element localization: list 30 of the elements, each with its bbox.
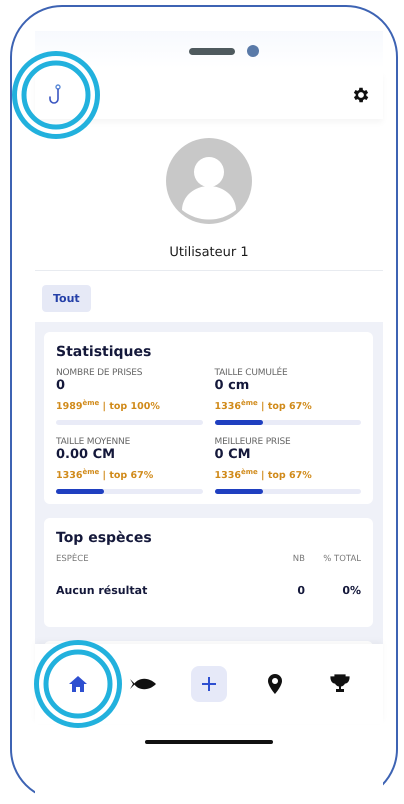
stat-label: TAILLE CUMULÉE <box>214 368 288 378</box>
stat-label: MEILLEURE PRISE <box>214 437 292 448</box>
stat-value: 0 <box>56 378 66 393</box>
stat-value: 0.00 CM <box>56 447 116 462</box>
user-name: Utilisateur 1 <box>169 245 249 260</box>
rank-text: 1336$^{ème}$ | top 67% <box>56 468 154 482</box>
speaker-icon <box>189 48 235 54</box>
rank-text: 1989$^{ème}$ | top 100% <box>56 399 161 412</box>
location-pin-icon <box>268 674 282 694</box>
camera-icon <box>247 45 259 57</box>
trophy-icon <box>330 674 350 694</box>
stat-label: TAILLE MOYENNE <box>56 437 132 448</box>
filter-chip[interactable]: Tout <box>42 285 91 312</box>
stat-label: NOMBRE DE PRISES <box>56 368 144 378</box>
add-button[interactable] <box>190 666 227 702</box>
plus-icon <box>200 676 217 692</box>
card-title: Top espèces <box>56 530 153 546</box>
table-cell-text: 0% <box>341 584 361 598</box>
column-header: NB <box>292 554 305 564</box>
column-header: ESPÈCE <box>56 554 90 564</box>
card-title: Statistiques <box>56 344 152 360</box>
table-cell-text: 0 <box>296 584 305 598</box>
fish-icon <box>129 677 158 691</box>
column-header: % TOTAL <box>322 554 361 564</box>
stat-value: 0 CM <box>214 447 252 462</box>
rank-text: 1336$^{ème}$ | top 67% <box>214 399 313 412</box>
rank-text: 1336$^{ème}$ | top 67% <box>214 468 313 482</box>
stat-value: 0 cm <box>214 378 250 393</box>
table-cell-text: Aucun résultat <box>56 584 148 598</box>
house-icon <box>68 675 88 693</box>
